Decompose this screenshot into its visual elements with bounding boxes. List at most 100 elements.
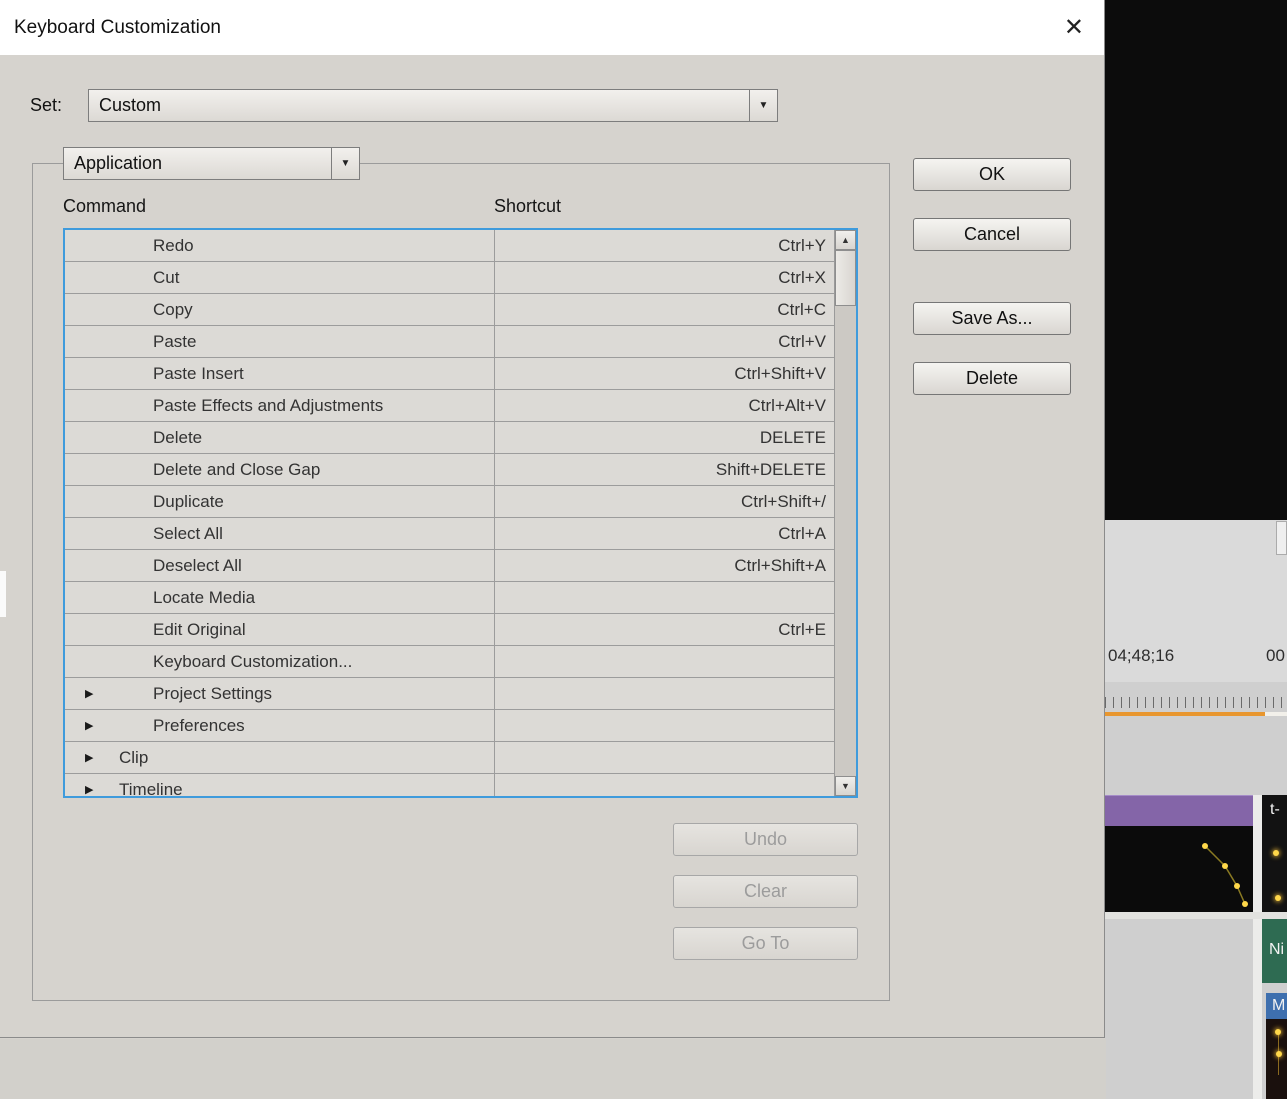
timecode-display-right: 00 (1266, 646, 1285, 665)
table-row[interactable]: Duplicate Ctrl+Shift+/ (65, 486, 834, 518)
keyboard-customization-dialog: Keyboard Customization ✕ Set: Custom ▼ A… (0, 0, 1105, 1038)
close-icon[interactable]: ✕ (1064, 0, 1084, 55)
track-gap (1253, 795, 1262, 1099)
ok-button[interactable]: OK (913, 158, 1071, 191)
clip-t-label: t- (1270, 801, 1280, 818)
save-as-button[interactable]: Save As... (913, 302, 1071, 335)
command-cell: Delete and Close Gap (153, 460, 321, 479)
keyframe-path (1202, 843, 1248, 907)
shortcut-cell (494, 646, 834, 678)
command-cell: Paste Insert (153, 364, 244, 383)
scroll-up-icon[interactable]: ▲ (835, 230, 856, 250)
music-keyframe-area[interactable] (1266, 1019, 1287, 1099)
shortcut-cell (494, 582, 834, 614)
audio-keyframe-area[interactable] (1105, 826, 1253, 912)
set-dropdown-value: Custom (99, 95, 162, 115)
keyframe-icon[interactable] (1273, 850, 1279, 856)
shortcut-cell: Ctrl+X (494, 262, 834, 294)
shortcut-cell (494, 678, 834, 710)
command-cell: Project Settings (153, 684, 273, 703)
shortcut-column-header: Shortcut (494, 196, 562, 216)
table-row[interactable]: Copy Ctrl+C (65, 294, 834, 326)
timecode-display: 04;48;16 (1108, 646, 1175, 665)
track-separator (1105, 912, 1287, 919)
command-cell: Edit Original (153, 620, 246, 639)
shortcut-cell: Ctrl+Shift+V (494, 358, 834, 390)
command-cell: Paste (153, 332, 197, 351)
command-cell: Keyboard Customization... (153, 652, 353, 671)
shortcut-cell (494, 710, 834, 742)
table-row[interactable]: Delete DELETE (65, 422, 834, 454)
table-row[interactable]: ▶ Clip (65, 742, 834, 774)
scrollbar-thumb[interactable] (835, 250, 856, 306)
shortcut-cell (494, 742, 834, 774)
dialog-title: Keyboard Customization (14, 17, 221, 38)
table-row[interactable]: Edit Original Ctrl+E (65, 614, 834, 646)
table-row[interactable]: ▶ Timeline (65, 774, 834, 796)
table-row[interactable]: Paste Effects and Adjustments Ctrl+Alt+V (65, 390, 834, 422)
monitor-panel (1105, 0, 1287, 520)
background-sliver (0, 571, 6, 617)
shortcut-cell: Ctrl+Shift+A (494, 550, 834, 582)
panel-scrollbar[interactable] (1276, 521, 1287, 555)
work-area-bar (1105, 712, 1265, 716)
table-row[interactable]: Delete and Close Gap Shift+DELETE (65, 454, 834, 486)
clip-music-label: M (1272, 997, 1286, 1014)
timeline-ruler[interactable] (1105, 697, 1287, 708)
shortcut-cell: Ctrl+C (494, 294, 834, 326)
undo-button[interactable]: Undo (673, 823, 858, 856)
chevron-down-icon[interactable]: ▼ (331, 148, 359, 179)
category-dropdown-value: Application (74, 153, 163, 173)
cancel-button[interactable]: Cancel (913, 218, 1071, 251)
table-row[interactable]: Paste Insert Ctrl+Shift+V (65, 358, 834, 390)
table-row[interactable]: ▶ Project Settings (65, 678, 834, 710)
shortcut-cell: Ctrl+Alt+V (494, 390, 834, 422)
go-to-button[interactable]: Go To (673, 927, 858, 960)
command-cell: Locate Media (153, 588, 256, 607)
table-row[interactable]: Deselect All Ctrl+Shift+A (65, 550, 834, 582)
category-dropdown[interactable]: Application ▼ (63, 147, 360, 180)
table-row[interactable]: Keyboard Customization... (65, 646, 834, 678)
command-cell: Select All (153, 524, 223, 543)
clip-t[interactable]: t- (1262, 795, 1287, 912)
command-cell: Deselect All (153, 556, 242, 575)
clear-button[interactable]: Clear (673, 875, 858, 908)
keyframe-icon[interactable] (1275, 895, 1281, 901)
keyframe-icon[interactable] (1275, 1029, 1281, 1035)
work-area-bar-end (1265, 712, 1287, 716)
table-row[interactable]: Select All Ctrl+A (65, 518, 834, 550)
shortcut-cell: Ctrl+A (494, 518, 834, 550)
video-clip-purple[interactable] (1105, 795, 1253, 826)
clip-narration-label: Ni (1269, 941, 1285, 958)
table-row[interactable]: Cut Ctrl+X (65, 262, 834, 294)
command-cell: Redo (153, 236, 194, 255)
dialog-titlebar[interactable]: Keyboard Customization ✕ (0, 0, 1104, 55)
screen: 04;48;16 00 t- Ni M Keyboard Customizati… (0, 0, 1287, 1099)
command-column-header: Command (63, 196, 147, 216)
scroll-down-icon[interactable]: ▼ (835, 776, 856, 796)
table-scrollbar[interactable]: ▲ ▼ (834, 230, 856, 796)
shortcut-rows: Redo Ctrl+Y Cut Ctrl+X Copy Ctrl+C Paste Ctrl+V… (65, 230, 834, 796)
keyframe-icon[interactable] (1276, 1051, 1282, 1057)
command-cell: Paste Effects and Adjustments (153, 396, 384, 415)
table-row[interactable]: Redo Ctrl+Y (65, 230, 834, 262)
shortcut-cell: DELETE (494, 422, 834, 454)
table-row[interactable]: ▶ Preferences (65, 710, 834, 742)
shortcut-cell (494, 774, 834, 796)
chevron-down-icon[interactable]: ▼ (749, 90, 777, 121)
command-cell: Copy (153, 300, 193, 319)
shortcut-cell: Ctrl+V (494, 326, 834, 358)
command-cell: Cut (153, 268, 180, 287)
shortcut-cell: Ctrl+Shift+/ (494, 486, 834, 518)
table-row[interactable]: Locate Media (65, 582, 834, 614)
shortcut-cell: Ctrl+E (494, 614, 834, 646)
set-label: Set: (30, 95, 63, 115)
app-background-bottom (0, 1039, 1106, 1099)
table-row[interactable]: Paste Ctrl+V (65, 326, 834, 358)
clip-music[interactable]: M (1266, 993, 1287, 1019)
set-dropdown[interactable]: Custom ▼ (88, 89, 778, 122)
command-cell: Duplicate (153, 492, 224, 511)
clip-narration[interactable]: Ni (1262, 919, 1287, 983)
shortcut-cell: Ctrl+Y (494, 230, 834, 262)
delete-button[interactable]: Delete (913, 362, 1071, 395)
